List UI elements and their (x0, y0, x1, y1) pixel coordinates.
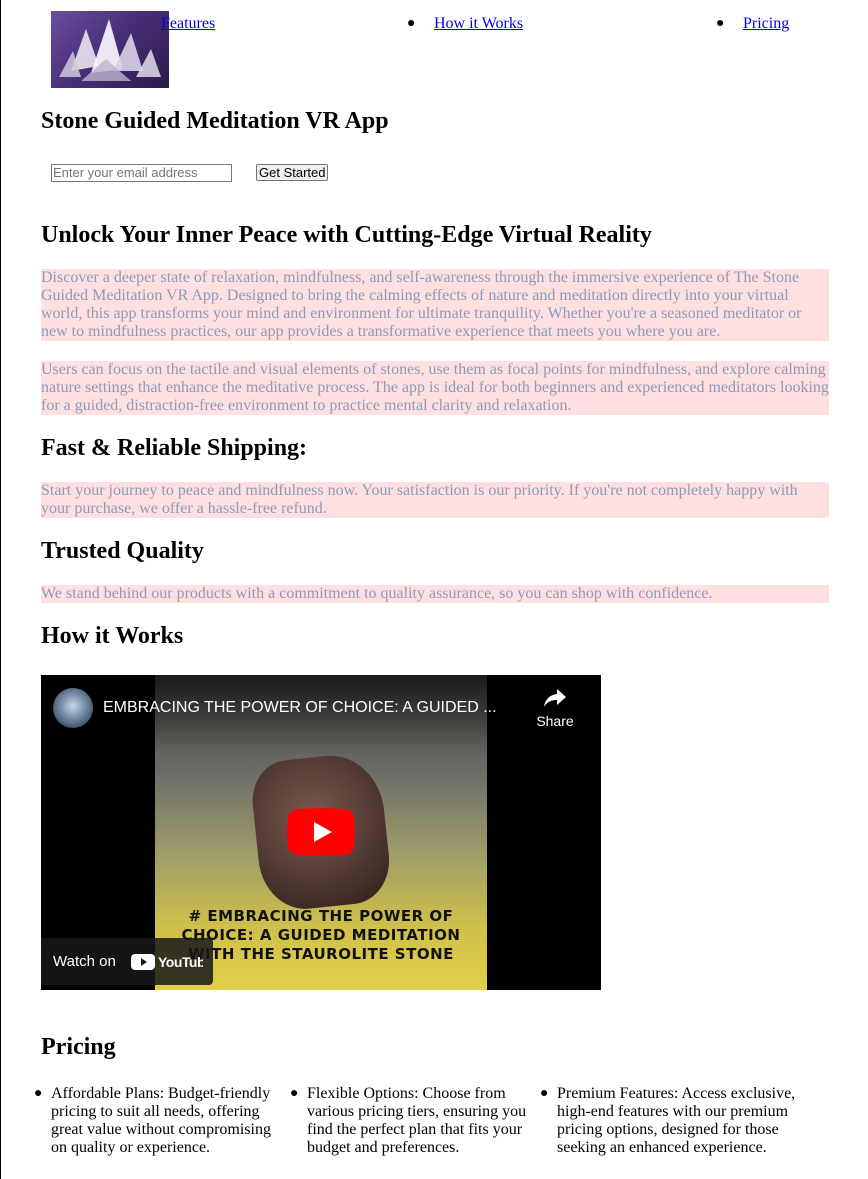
video-title[interactable]: EMBRACING THE POWER OF CHOICE: A GUIDED … (103, 698, 497, 718)
youtube-logo-icon: YouTube (131, 954, 203, 970)
email-field[interactable]: Enter your email address (51, 164, 232, 182)
how-it-works-heading: How it Works (41, 623, 184, 649)
watch-on-label: Watch on (53, 953, 116, 970)
nav-link-features[interactable]: Features (161, 15, 215, 33)
pricing-item: ● Affordable Plans: Budget-friendly pric… (34, 1085, 276, 1157)
nav-link-how-it-works[interactable]: How it Works (434, 15, 523, 33)
pricing-item-text: Flexible Options: Choose from various pr… (307, 1085, 527, 1156)
quality-text: We stand behind our products with a comm… (41, 585, 829, 603)
pricing-item-text: Premium Features: Access exclusive, high… (557, 1085, 796, 1156)
shipping-heading: Fast & Reliable Shipping: (41, 435, 308, 461)
intro-heading: Unlock Your Inner Peace with Cutting-Edg… (41, 222, 652, 248)
video-embed[interactable]: EMBRACING THE POWER OF CHOICE: A GUIDED … (41, 675, 601, 990)
intro-paragraph: Users can focus on the tactile and visua… (41, 361, 829, 415)
get-started-button[interactable]: Get Started (256, 164, 329, 181)
quality-heading: Trusted Quality (41, 538, 204, 564)
channel-avatar[interactable] (53, 688, 93, 728)
logo-image (51, 11, 169, 88)
nav-link-pricing[interactable]: Pricing (743, 15, 789, 33)
nav-bullet: ● (407, 16, 416, 31)
shipping-text: Start your journey to peace and mindfuln… (41, 482, 829, 518)
pricing-heading: Pricing (41, 1034, 116, 1060)
pricing-item: ● Flexible Options: Choose from various … (290, 1085, 529, 1157)
video-caption-line: # EMBRACING THE POWER OF (188, 907, 454, 925)
list-bullet: ● (290, 1086, 299, 1101)
share-button[interactable]: Share (535, 687, 575, 729)
youtube-play-icon[interactable] (287, 808, 355, 856)
page-title: Stone Guided Meditation VR App (41, 108, 389, 134)
youtube-wordmark: YouTube (158, 954, 203, 970)
list-bullet: ● (540, 1086, 549, 1101)
pricing-item: ● Premium Features: Access exclusive, hi… (540, 1085, 809, 1157)
nav-bullet: ● (716, 16, 725, 31)
page-left-border (0, 0, 1, 1179)
watch-on-youtube-button[interactable]: Watch on YouTube (41, 938, 213, 985)
list-bullet: ● (34, 1086, 43, 1101)
pricing-item-text: Affordable Plans: Budget-friendly pricin… (51, 1085, 271, 1156)
intro-paragraph: Discover a deeper state of relaxation, m… (41, 269, 829, 341)
share-arrow-icon (544, 689, 566, 707)
share-label: Share (536, 713, 574, 729)
